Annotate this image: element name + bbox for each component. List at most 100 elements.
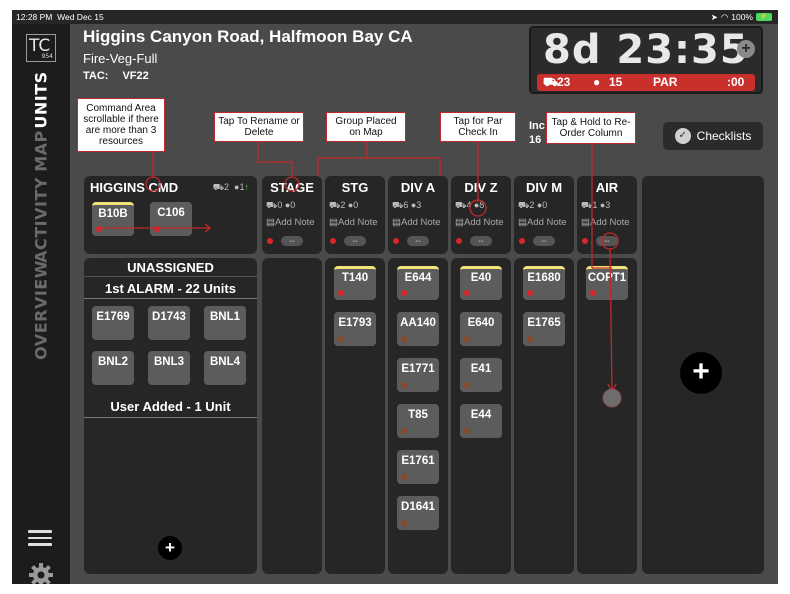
group-title[interactable]: AIR xyxy=(577,180,637,195)
reorder-handle-icon[interactable]: ⇔ xyxy=(407,236,429,246)
group-header-stg[interactable]: STG ⛟2 ●0 ▤Add Note ⇔ xyxy=(325,176,385,254)
app-logo[interactable]: TC 954 xyxy=(26,34,56,62)
add-note-link[interactable]: ▤Add Note xyxy=(266,217,315,228)
unit-label: COPT1 xyxy=(587,272,627,284)
group-title[interactable]: DIV M xyxy=(514,180,574,195)
add-group-column: + xyxy=(642,176,764,574)
group-title[interactable]: DIV A xyxy=(388,180,448,195)
group-truck-count: 0 xyxy=(277,200,283,210)
add-note-link[interactable]: ▤Add Note xyxy=(455,217,504,228)
unit-label: BNL2 xyxy=(97,356,129,368)
unit-card[interactable]: T85 xyxy=(397,404,439,438)
unit-card[interactable]: BNL1 xyxy=(204,306,246,340)
add-note-label: Add Note xyxy=(589,217,630,228)
group-person-count: 0 xyxy=(542,200,548,210)
group-title[interactable]: STG xyxy=(325,180,385,195)
tac-label: TAC: xyxy=(83,70,109,82)
group-title[interactable]: DIV Z xyxy=(451,180,511,195)
status-dot xyxy=(590,290,596,296)
unit-card[interactable]: E1761 xyxy=(397,450,439,484)
inc-value: 16 xyxy=(529,134,542,146)
status-dot xyxy=(527,290,533,296)
add-note-link[interactable]: ▤Add Note xyxy=(518,217,567,228)
divider xyxy=(84,417,257,418)
ipad-screen: 12:28 PM Wed Dec 15 ➤ ◠ 100% ⚡ TC 954 UN… xyxy=(12,10,778,584)
add-group-button[interactable]: + xyxy=(680,352,722,394)
timer-add-icon[interactable]: + xyxy=(737,40,755,58)
status-bar: 12:28 PM Wed Dec 15 ➤ ◠ 100% ⚡ xyxy=(12,10,778,24)
reorder-handle-icon[interactable]: ⇔ xyxy=(344,236,366,246)
unit-card[interactable]: BNL2 xyxy=(92,351,134,385)
unit-card[interactable]: COPT1 xyxy=(586,266,628,300)
unit-card[interactable]: E41 xyxy=(460,358,502,392)
par-truck-count: 23 xyxy=(557,75,571,89)
group-truck-count: 1 xyxy=(592,200,598,210)
unit-label: E640 xyxy=(467,317,495,329)
unit-label: B10B xyxy=(98,208,128,220)
unit-card[interactable]: D1641 xyxy=(397,496,439,530)
group-title[interactable]: STAGE xyxy=(262,180,322,195)
group-truck-count: 6 xyxy=(403,200,409,210)
unit-card[interactable]: E40 xyxy=(460,266,502,300)
callout-reorder: Tap & Hold to Re-Order Column xyxy=(546,112,636,144)
unit-label: E1680 xyxy=(527,272,561,284)
incident-type: Fire-Veg-Full xyxy=(83,51,158,66)
unit-card[interactable]: D1743 xyxy=(148,306,190,340)
unit-card[interactable]: T140 xyxy=(334,266,376,300)
wifi-icon: ◠ xyxy=(720,12,729,22)
group-stats: ⛟4 ●8 xyxy=(455,200,485,210)
tab-map[interactable]: MAP xyxy=(32,130,51,172)
tab-units[interactable]: UNITS xyxy=(32,71,51,128)
unit-card[interactable]: E1769 xyxy=(92,306,134,340)
group-header-div-z[interactable]: DIV Z ⛟4 ●8 ▤Add Note ⇔ xyxy=(451,176,511,254)
unit-card[interactable]: E640 xyxy=(460,312,502,346)
alarm-label[interactable]: 1st ALARM - 22 Units xyxy=(84,281,257,296)
incident-title[interactable]: Higgins Canyon Road, Halfmoon Bay CA xyxy=(83,27,413,47)
unit-card[interactable]: E1680 xyxy=(523,266,565,300)
tab-overview[interactable]: OVERVIEW xyxy=(32,260,51,360)
par-timer: :00 xyxy=(727,75,745,89)
unit-card[interactable]: BNL4 xyxy=(204,351,246,385)
unit-label: D1743 xyxy=(152,311,186,323)
group-stats: ⛟6 ●3 xyxy=(392,200,422,210)
unit-card[interactable]: B10B xyxy=(92,202,134,236)
add-note-link[interactable]: ▤Add Note xyxy=(329,217,378,228)
unit-card[interactable]: E1771 xyxy=(397,358,439,392)
status-dot xyxy=(401,336,407,342)
group-header-stage[interactable]: STAGE ⛟0 ●0 ▤Add Note ⇔ xyxy=(262,176,322,254)
unit-card[interactable]: BNL3 xyxy=(148,351,190,385)
checklists-button[interactable]: ✓ Checklists xyxy=(663,122,763,150)
group-truck-count: 4 xyxy=(466,200,472,210)
unit-card[interactable]: E1765 xyxy=(523,312,565,346)
group-header-air[interactable]: AIR ⛟1 ●3 ▤Add Note ⇔ xyxy=(577,176,637,254)
reorder-handle-icon[interactable]: ⇔ xyxy=(281,236,303,246)
sidebar: TC 954 UNITS MAP ACTIVITY OVERVIEW xyxy=(12,24,70,584)
par-people-count: 15 xyxy=(609,75,623,89)
reorder-handle-icon[interactable]: ⇔ xyxy=(470,236,492,246)
unit-card[interactable]: AA140 xyxy=(397,312,439,346)
group-stats: ⛟2 ●0 xyxy=(329,200,359,210)
unit-card[interactable]: C106 xyxy=(150,202,192,236)
unit-label: E1765 xyxy=(527,317,561,329)
unit-card[interactable]: E644 xyxy=(397,266,439,300)
add-note-link[interactable]: ▤Add Note xyxy=(581,217,630,228)
up-arrow-icon: ↑ xyxy=(244,182,250,192)
tab-activity[interactable]: ACTIVITY xyxy=(32,177,51,263)
reorder-handle-icon[interactable]: ⇔ xyxy=(533,236,555,246)
unit-card[interactable]: E44 xyxy=(460,404,502,438)
group-header-div-m[interactable]: DIV M ⛟2 ●0 ▤Add Note ⇔ xyxy=(514,176,574,254)
par-label: PAR xyxy=(653,75,678,89)
command-area[interactable]: HIGGINS CMD ⛟2 ●1↑ B10B C106 xyxy=(84,176,257,254)
add-unit-button[interactable]: + xyxy=(158,536,182,560)
user-added-label[interactable]: User Added - 1 Unit xyxy=(84,399,257,414)
status-dot xyxy=(401,474,407,480)
incident-timer[interactable]: 8d 23:35 + ⛟ 23 ● 15 PAR :00 xyxy=(529,26,763,94)
unit-card[interactable]: E1793 xyxy=(334,312,376,346)
hamburger-menu-icon[interactable] xyxy=(28,530,52,548)
reorder-handle-icon[interactable]: ⇔ xyxy=(596,236,618,246)
gear-icon[interactable] xyxy=(28,562,54,584)
par-bar[interactable]: ⛟ 23 ● 15 PAR :00 xyxy=(537,74,755,91)
add-note-link[interactable]: ▤Add Note xyxy=(392,217,441,228)
group-header-div-a[interactable]: DIV A ⛟6 ●3 ▤Add Note ⇔ xyxy=(388,176,448,254)
status-dot xyxy=(338,290,344,296)
